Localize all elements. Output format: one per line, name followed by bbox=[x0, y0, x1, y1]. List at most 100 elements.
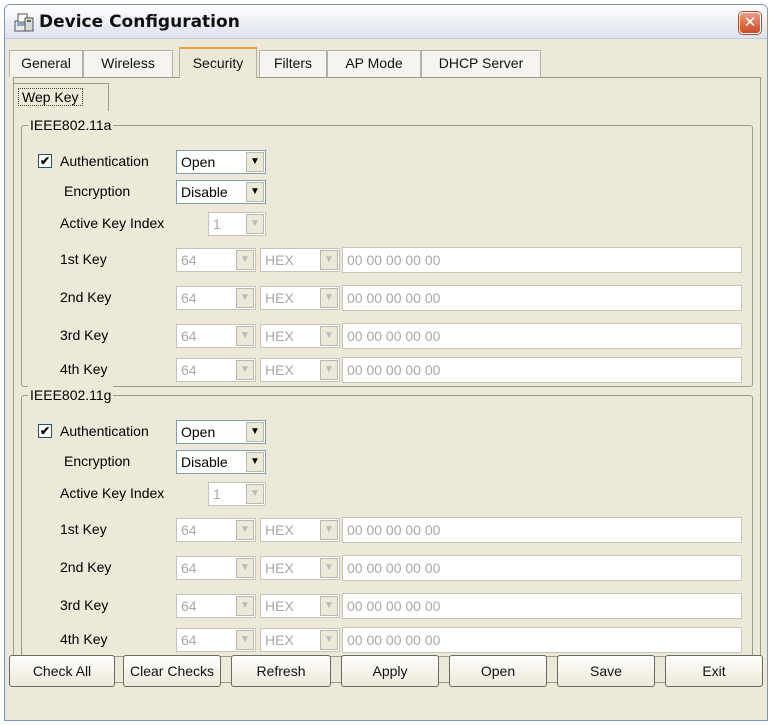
key-3-format-select: HEX ▼ bbox=[260, 594, 340, 618]
key-4-length-select: 64 ▼ bbox=[176, 628, 256, 652]
key-4-label: 4th Key bbox=[60, 361, 108, 377]
key-format-value: HEX bbox=[265, 632, 294, 648]
authentication-value: Open bbox=[181, 154, 216, 170]
key-format-value: HEX bbox=[265, 290, 294, 306]
key-format-value: HEX bbox=[265, 252, 294, 268]
check-icon: ✔ bbox=[39, 424, 51, 438]
save-button[interactable]: Save bbox=[557, 655, 655, 687]
close-icon[interactable]: ✕ bbox=[739, 12, 761, 34]
key-3-label: 3rd Key bbox=[60, 327, 109, 343]
chevron-down-icon: ▼ bbox=[236, 360, 254, 380]
key-1-value-field: 00 00 00 00 00 bbox=[342, 247, 742, 273]
main-tab-bar: General Wireless Security Filters AP Mod… bbox=[5, 41, 767, 78]
chevron-down-icon[interactable]: ▼ bbox=[246, 422, 264, 442]
refresh-button[interactable]: Refresh bbox=[231, 655, 331, 687]
key-format-value: HEX bbox=[265, 560, 294, 576]
window-title: Device Configuration bbox=[39, 12, 240, 32]
key-2-format-select: HEX ▼ bbox=[260, 556, 340, 580]
key-length-value: 64 bbox=[181, 522, 197, 538]
key-2-length-select: 64 ▼ bbox=[176, 556, 256, 580]
key-format-value: HEX bbox=[265, 362, 294, 378]
tab-dhcp-server[interactable]: DHCP Server bbox=[421, 50, 541, 77]
apply-button[interactable]: Apply bbox=[341, 655, 439, 687]
key-length-value: 64 bbox=[181, 290, 197, 306]
key-4-format-select: HEX ▼ bbox=[260, 628, 340, 652]
key-4-label: 4th Key bbox=[60, 631, 108, 647]
key-3-value-field: 00 00 00 00 00 bbox=[342, 323, 742, 349]
key-2-length-select: 64 ▼ bbox=[176, 286, 256, 310]
key-length-value: 64 bbox=[181, 598, 197, 614]
key-length-value: 64 bbox=[181, 560, 197, 576]
chevron-down-icon: ▼ bbox=[236, 596, 254, 616]
authentication-select[interactable]: Open ▼ bbox=[176, 150, 266, 174]
key-4-value-field: 00 00 00 00 00 bbox=[342, 357, 742, 383]
chevron-down-icon: ▼ bbox=[320, 558, 338, 578]
key-2-label: 2nd Key bbox=[60, 559, 112, 575]
exit-button[interactable]: Exit bbox=[665, 655, 763, 687]
chevron-down-icon[interactable]: ▼ bbox=[246, 152, 264, 172]
key-2-value-field: 00 00 00 00 00 bbox=[342, 285, 742, 311]
chevron-down-icon: ▼ bbox=[320, 360, 338, 380]
authentication-label: Authentication bbox=[60, 153, 149, 169]
chevron-down-icon: ▼ bbox=[236, 326, 254, 346]
chevron-down-icon: ▼ bbox=[236, 630, 254, 650]
key-3-length-select: 64 ▼ bbox=[176, 324, 256, 348]
chevron-down-icon: ▼ bbox=[236, 288, 254, 308]
key-1-value-field: 00 00 00 00 00 bbox=[342, 517, 742, 543]
chevron-down-icon: ▼ bbox=[236, 520, 254, 540]
device-config-icon bbox=[14, 13, 34, 32]
key-1-label: 1st Key bbox=[60, 521, 107, 537]
encryption-select[interactable]: Disable ▼ bbox=[176, 450, 266, 474]
chevron-down-icon: ▼ bbox=[320, 596, 338, 616]
chevron-down-icon[interactable]: ▼ bbox=[246, 182, 264, 202]
key-4-length-select: 64 ▼ bbox=[176, 358, 256, 382]
key-format-value: HEX bbox=[265, 522, 294, 538]
authentication-value: Open bbox=[181, 424, 216, 440]
encryption-label: Encryption bbox=[64, 453, 131, 469]
key-3-format-select: HEX ▼ bbox=[260, 324, 340, 348]
key-1-length-select: 64 ▼ bbox=[176, 518, 256, 542]
key-3-value-field: 00 00 00 00 00 bbox=[342, 593, 742, 619]
check-all-button[interactable]: Check All bbox=[9, 655, 115, 687]
authentication-select[interactable]: Open ▼ bbox=[176, 420, 266, 444]
tab-ap-mode[interactable]: AP Mode bbox=[327, 50, 421, 77]
chevron-down-icon: ▼ bbox=[320, 288, 338, 308]
chevron-down-icon: ▼ bbox=[320, 630, 338, 650]
active-key-index-label: Active Key Index bbox=[60, 485, 165, 501]
open-button[interactable]: Open bbox=[449, 655, 547, 687]
tab-filters[interactable]: Filters bbox=[259, 50, 327, 77]
key-length-value: 64 bbox=[181, 362, 197, 378]
group-title: IEEE802.11a bbox=[28, 116, 114, 134]
key-1-format-select: HEX ▼ bbox=[260, 518, 340, 542]
chevron-down-icon: ▼ bbox=[236, 558, 254, 578]
tab-general[interactable]: General bbox=[9, 50, 83, 77]
chevron-down-icon: ▼ bbox=[246, 484, 264, 504]
tab-wireless[interactable]: Wireless bbox=[83, 50, 173, 77]
key-format-value: HEX bbox=[265, 328, 294, 344]
key-4-format-select: HEX ▼ bbox=[260, 358, 340, 382]
key-length-value: 64 bbox=[181, 252, 197, 268]
title-bar[interactable]: Device Configuration ✕ bbox=[5, 5, 767, 39]
tab-wep-key[interactable]: Wep Key bbox=[13, 83, 109, 111]
encryption-value: Disable bbox=[181, 184, 228, 200]
key-1-length-select: 64 ▼ bbox=[176, 248, 256, 272]
tab-wep-key-label: Wep Key bbox=[18, 88, 83, 106]
authentication-checkbox[interactable]: ✔ bbox=[38, 424, 52, 438]
chevron-down-icon: ▼ bbox=[320, 326, 338, 346]
key-3-label: 3rd Key bbox=[60, 597, 109, 613]
encryption-label: Encryption bbox=[64, 183, 131, 199]
clear-checks-button[interactable]: Clear Checks bbox=[123, 655, 221, 687]
key-1-format-select: HEX ▼ bbox=[260, 248, 340, 272]
active-key-index-value: 1 bbox=[213, 216, 221, 232]
encryption-select[interactable]: Disable ▼ bbox=[176, 180, 266, 204]
chevron-down-icon[interactable]: ▼ bbox=[246, 452, 264, 472]
tab-security[interactable]: Security bbox=[179, 47, 257, 78]
key-length-value: 64 bbox=[181, 328, 197, 344]
chevron-down-icon: ▼ bbox=[320, 520, 338, 540]
group-ieee80211g: IEEE802.11g ✔ Authentication Open ▼ Encr… bbox=[21, 386, 753, 657]
active-key-index-value: 1 bbox=[213, 486, 221, 502]
authentication-checkbox[interactable]: ✔ bbox=[38, 154, 52, 168]
check-icon: ✔ bbox=[39, 154, 51, 168]
authentication-label: Authentication bbox=[60, 423, 149, 439]
chevron-down-icon: ▼ bbox=[320, 250, 338, 270]
